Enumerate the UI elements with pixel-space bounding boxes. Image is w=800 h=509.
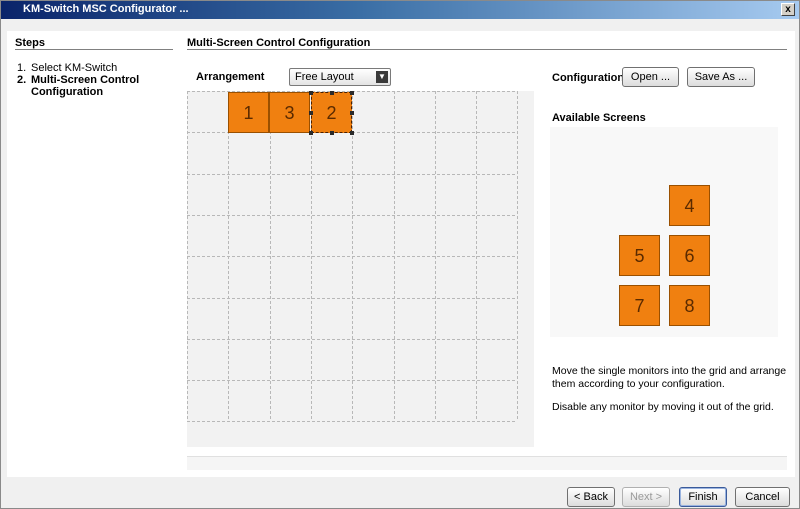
available-screen-7[interactable]: 7: [619, 285, 660, 326]
step-msc-configuration: 2. Multi-Screen Control Configuration: [17, 74, 177, 98]
resize-handle[interactable]: [330, 131, 334, 135]
resize-handle[interactable]: [330, 91, 334, 95]
main-divider: [187, 49, 787, 50]
cancel-button[interactable]: Cancel: [735, 487, 790, 507]
save-as-button[interactable]: Save As ...: [687, 67, 755, 87]
chevron-down-icon[interactable]: ▼: [376, 71, 388, 83]
configuration-label: Configuration: [552, 72, 625, 84]
resize-handle[interactable]: [350, 91, 354, 95]
finish-button[interactable]: Finish: [679, 487, 727, 507]
configurator-window: KM-Switch MSC Configurator ... x Steps 1…: [0, 0, 800, 509]
step-label: Select KM-Switch: [31, 62, 118, 74]
wizard-content: Steps 1. Select KM-Switch 2. Multi-Scree…: [7, 31, 795, 477]
step-number: 2.: [17, 74, 27, 86]
arrangement-value: Free Layout: [295, 71, 354, 83]
steps-divider: [15, 49, 173, 50]
resize-handle[interactable]: [350, 111, 354, 115]
steps-title: Steps: [15, 37, 45, 49]
available-screens-title: Available Screens: [552, 112, 646, 124]
available-screens-panel[interactable]: 4 5 6 7 8: [550, 127, 778, 337]
available-screen-5[interactable]: 5: [619, 235, 660, 276]
arrangement-select[interactable]: Free Layout ▼: [289, 68, 391, 86]
step-select-km-switch: 1. Select KM-Switch: [17, 62, 177, 74]
open-button[interactable]: Open ...: [622, 67, 679, 87]
grid-screen-1[interactable]: 1: [228, 92, 269, 133]
title-bar[interactable]: KM-Switch MSC Configurator ... x: [1, 1, 799, 19]
available-screen-8[interactable]: 8: [669, 285, 710, 326]
available-screen-6[interactable]: 6: [669, 235, 710, 276]
resize-handle[interactable]: [350, 131, 354, 135]
back-button[interactable]: < Back: [567, 487, 615, 507]
hint-disable-monitor: Disable any monitor by moving it out of …: [552, 401, 774, 413]
status-bar: [187, 456, 787, 470]
available-screen-4[interactable]: 4: [669, 185, 710, 226]
steps-list: 1. Select KM-Switch 2. Multi-Screen Cont…: [17, 62, 177, 98]
arrangement-label: Arrangement: [196, 71, 265, 83]
grid-screen-2[interactable]: 2: [311, 92, 352, 133]
page-title: Multi-Screen Control Configuration: [187, 37, 371, 49]
resize-handle[interactable]: [309, 131, 313, 135]
next-button[interactable]: Next >: [622, 487, 670, 507]
grid-screen-3[interactable]: 3: [269, 92, 310, 133]
resize-handle[interactable]: [309, 91, 313, 95]
hint-move-monitors: Move the single monitors into the grid a…: [552, 365, 787, 390]
layout-grid[interactable]: 1 3 2: [187, 91, 534, 447]
step-label: Multi-Screen Control Configuration: [31, 74, 140, 98]
close-icon[interactable]: x: [781, 3, 795, 16]
step-number: 1.: [17, 62, 27, 74]
resize-handle[interactable]: [309, 111, 313, 115]
window-title: KM-Switch MSC Configurator ...: [23, 3, 189, 15]
grid-lines: [187, 91, 518, 422]
